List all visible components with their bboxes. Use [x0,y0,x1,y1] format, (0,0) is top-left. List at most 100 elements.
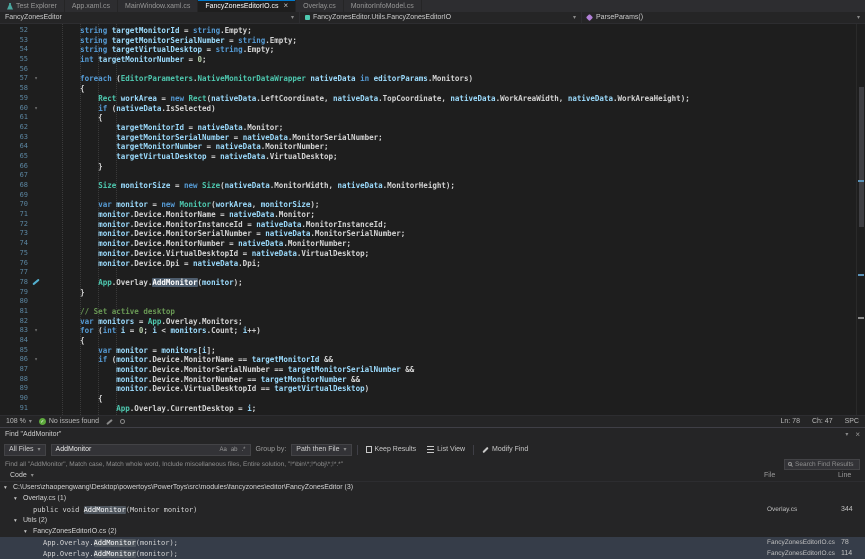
editor-scrollbar[interactable] [856,24,865,415]
expander-icon[interactable]: ▾ [14,518,23,524]
code-line[interactable]: 82 var monitors = App.Overlay.Monitors; [0,317,856,327]
code-line[interactable]: 60▾ if (nativeData.IsSelected) [0,104,856,114]
line-number[interactable]: 64 [0,142,28,152]
code-line[interactable]: 53 string targetMonitorSerialNumber = st… [0,36,856,46]
code-line[interactable]: 57▾ foreach (EditorParameters.NativeMoni… [0,74,856,84]
code-line[interactable]: 83▾ for (int i = 0; i < monitors.Count; … [0,326,856,336]
line-number[interactable]: 83 [0,326,28,336]
line-number[interactable]: 79 [0,288,28,298]
line-number[interactable]: 77 [0,268,28,278]
line-number[interactable]: 54 [0,45,28,55]
line-number[interactable]: 88 [0,375,28,385]
line-number[interactable]: 56 [0,65,28,75]
expander-icon[interactable]: ▾ [24,529,33,535]
keep-results-toggle[interactable]: Keep Results [363,444,420,456]
group-by-dropdown[interactable]: Path then File [291,444,351,456]
find-result-group[interactable]: ▾Overlay.cs (1) [0,493,865,504]
code-line[interactable]: 87 monitor.Device.MonitorSerialNumber ==… [0,365,856,375]
line-number[interactable]: 52 [0,26,28,36]
code-line[interactable]: 55 int targetMonitorNumber = 0; [0,55,856,65]
find-result-row[interactable]: App.Overlay.AddMonitor(monitor);FancyZon… [0,537,865,548]
line-number[interactable]: 71 [0,210,28,220]
code-line[interactable]: 61 { [0,113,856,123]
code-line[interactable]: 76 monitor.Device.Dpi = nativeData.Dpi; [0,259,856,269]
code-line[interactable]: 89 monitor.Device.VirtualDesktopId == ta… [0,384,856,394]
code-line[interactable]: 91 App.Overlay.CurrentDesktop = i; [0,404,856,414]
tab-test-explorer[interactable]: Test Explorer [0,0,65,12]
code-line[interactable]: 79 } [0,288,856,298]
find-result-group[interactable]: ▾FancyZonesEditorIO.cs (2) [0,526,865,537]
close-icon[interactable] [283,2,288,10]
code-line[interactable]: 63 targetMonitorSerialNumber = nativeDat… [0,133,856,143]
regex-toggle[interactable]: .* [242,447,246,453]
line-number[interactable]: 84 [0,336,28,346]
line-number[interactable]: 80 [0,297,28,307]
code-line[interactable]: 62 targetMonitorId = nativeData.Monitor; [0,123,856,133]
line-number[interactable]: 66 [0,162,28,172]
line-number[interactable]: 76 [0,259,28,269]
code-line[interactable]: 54 string targetVirtualDesktop = string.… [0,45,856,55]
code-line[interactable]: 73 monitor.Device.MonitorSerialNumber = … [0,229,856,239]
code-line[interactable]: 75 monitor.Device.VirtualDesktopId = nat… [0,249,856,259]
code-line[interactable]: 64 targetMonitorNumber = nativeData.Moni… [0,142,856,152]
line-number[interactable]: 59 [0,94,28,104]
code-line[interactable]: 72 monitor.Device.MonitorInstanceId = na… [0,220,856,230]
line-number[interactable]: 91 [0,404,28,414]
code-line[interactable]: 85 var monitor = monitors[i]; [0,346,856,356]
code-line[interactable]: 67 [0,171,856,181]
find-result-row[interactable]: App.Overlay.AddMonitor(monitor);FancyZon… [0,548,865,559]
line-number[interactable]: 92 [0,414,28,416]
column-indicator[interactable]: Ch: 47 [812,418,833,425]
suggestions-icon[interactable] [120,419,125,424]
content-filter-dropdown[interactable]: Code [5,470,39,482]
line-number[interactable]: 87 [0,365,28,375]
line-number[interactable]: 85 [0,346,28,356]
tab-app-xaml-cs[interactable]: App.xaml.cs [65,0,118,12]
line-number[interactable]: 90 [0,394,28,404]
line-number[interactable]: 70 [0,200,28,210]
code-line[interactable]: 84 { [0,336,856,346]
window-position-icon[interactable] [845,432,848,438]
column-header-file[interactable]: File [764,472,838,479]
code-line[interactable]: 56 [0,65,856,75]
expander-icon[interactable]: ▾ [4,485,13,491]
find-result-group[interactable]: ▾C:\Users\zhaopengwang\Desktop\powertoys… [0,482,865,493]
line-number[interactable]: 61 [0,113,28,123]
line-number[interactable]: 74 [0,239,28,249]
column-header-line[interactable]: Line [838,472,860,479]
code-line[interactable]: 66 } [0,162,856,172]
line-number[interactable]: 68 [0,181,28,191]
tab-mainwindow-xaml-cs[interactable]: MainWindow.xaml.cs [118,0,198,12]
code-line[interactable]: 77 [0,268,856,278]
expander-icon[interactable]: ▾ [14,496,23,502]
tab-overlay-cs[interactable]: Overlay.cs [296,0,344,12]
line-number[interactable]: 67 [0,171,28,181]
document-health-indicator[interactable]: No issues found [39,418,99,425]
match-case-toggle[interactable]: Aa [219,447,226,453]
code-line[interactable]: 52 string targetMonitorId = string.Empty… [0,26,856,36]
line-number[interactable]: 62 [0,123,28,133]
zoom-control[interactable]: 108 % [6,418,32,425]
code-line[interactable]: 74 monitor.Device.MonitorNumber = native… [0,239,856,249]
member-dropdown[interactable]: ParseParams() [582,12,865,23]
code-editor[interactable]: 52 string targetMonitorId = string.Empty… [0,24,865,415]
line-number[interactable]: 73 [0,229,28,239]
code-line[interactable]: 80 [0,297,856,307]
find-result-row[interactable]: public void AddMonitor(Monitor monitor)O… [0,504,865,515]
line-number[interactable]: 89 [0,384,28,394]
close-icon[interactable] [855,430,860,439]
line-number[interactable]: 58 [0,84,28,94]
code-line[interactable]: 81 // Set active desktop [0,307,856,317]
find-query-input[interactable]: AddMonitor Aa ab .* [51,444,251,456]
code-line[interactable]: 88 monitor.Device.MonitorNumber == targe… [0,375,856,385]
code-line[interactable]: 69 [0,191,856,201]
line-number[interactable]: 65 [0,152,28,162]
line-number[interactable]: 78 [0,278,28,288]
code-line[interactable]: 86▾ if (monitor.Device.MonitorName == ta… [0,355,856,365]
code-line[interactable]: 58 { [0,84,856,94]
line-number[interactable]: 75 [0,249,28,259]
whole-word-toggle[interactable]: ab [231,447,238,453]
list-view-toggle[interactable]: List View [424,444,468,456]
line-number[interactable]: 72 [0,220,28,230]
tab-monitorinfomodel-cs[interactable]: MonitorInfoModel.cs [344,0,422,12]
